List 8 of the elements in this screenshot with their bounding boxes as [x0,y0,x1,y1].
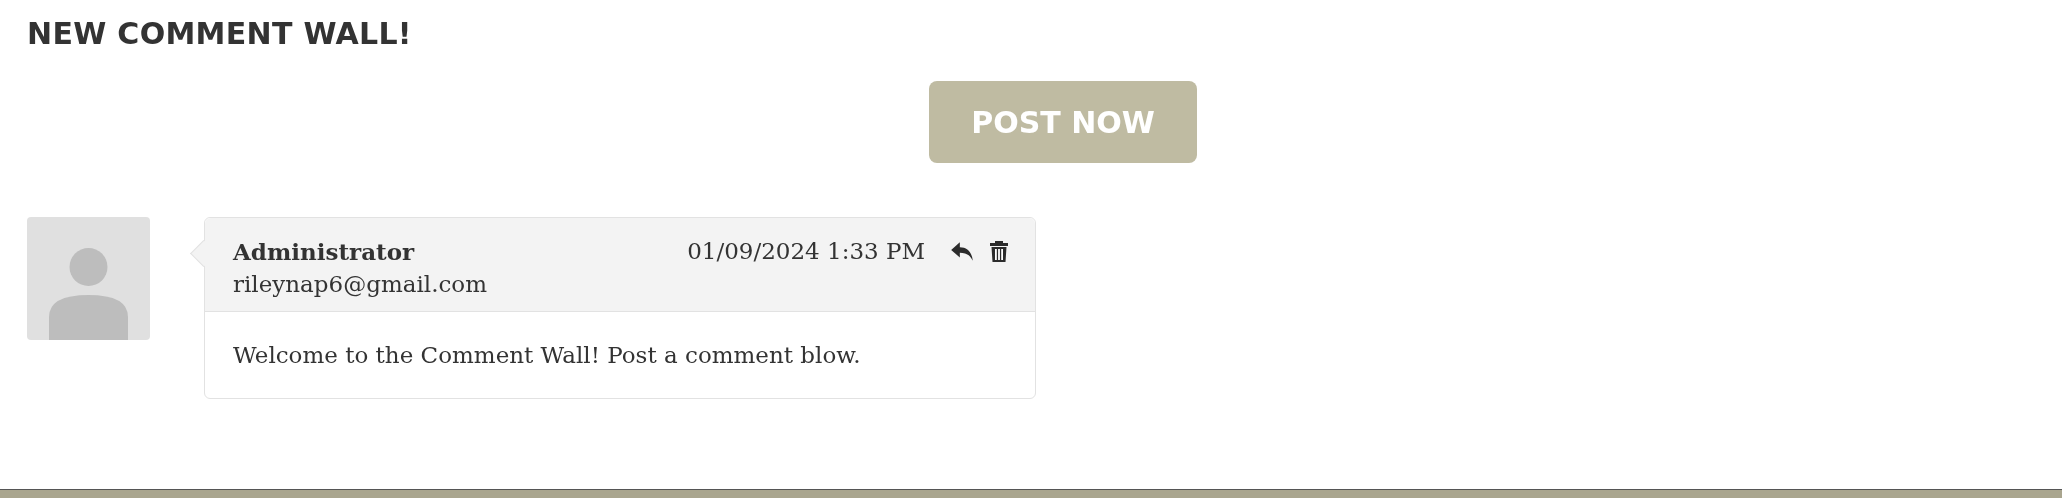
page-heading: NEW COMMENT WALL! [27,16,412,51]
comment-email: rileynap6@gmail.com [233,271,487,297]
comment-author: Administrator [233,238,415,265]
avatar-icon [27,217,150,340]
comment-text: Welcome to the Comment Wall! Post a comment blow. [232,341,862,370]
comment-timestamp: 01/09/2024 1:33 PM [687,238,925,264]
delete-icon[interactable] [987,238,1011,264]
post-now-button[interactable]: POST NOW [929,81,1197,163]
